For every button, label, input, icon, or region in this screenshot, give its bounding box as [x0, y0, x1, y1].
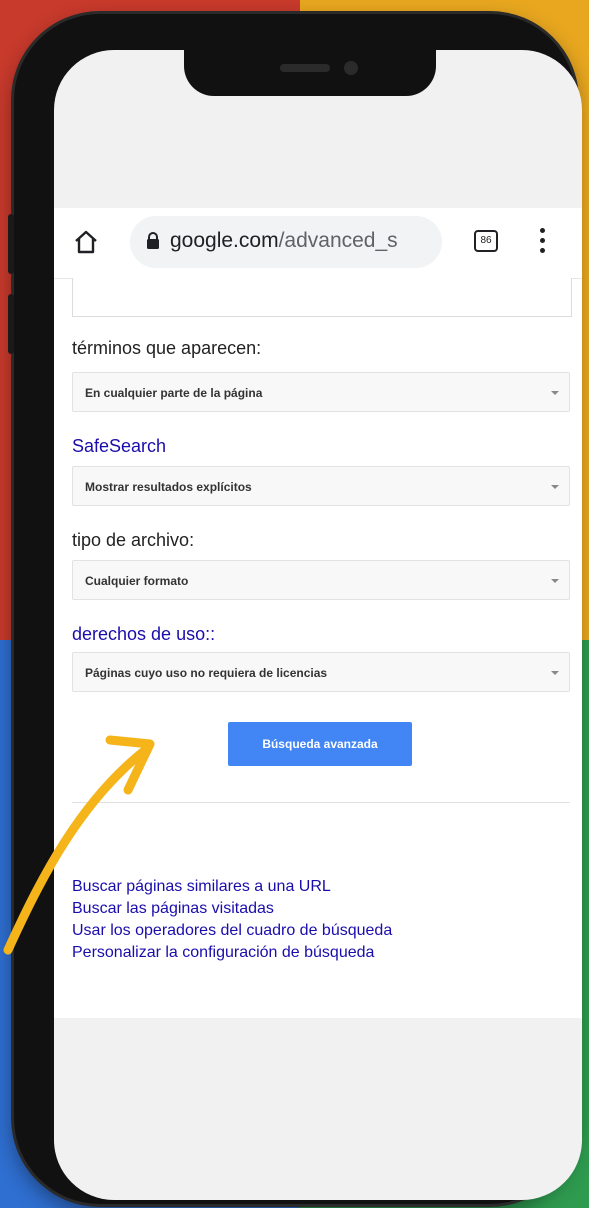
pointer-arrow-icon	[3, 735, 155, 955]
